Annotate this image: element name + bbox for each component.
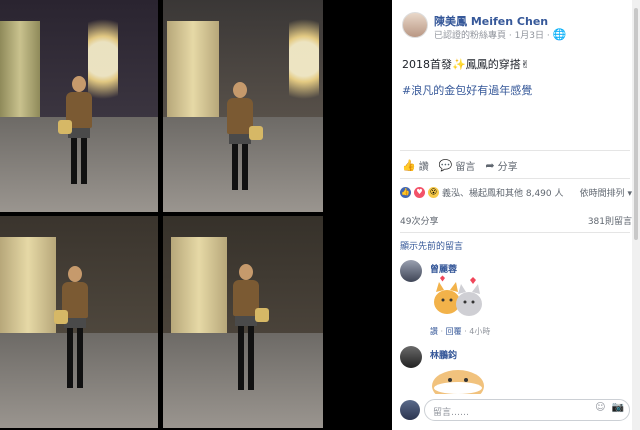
share-label: 分享 <box>497 162 518 173</box>
current-user-avatar <box>400 400 420 420</box>
photo-bottom-right <box>163 216 323 428</box>
love-reaction-icon: ♥ <box>414 187 425 198</box>
commenter-avatar[interactable] <box>400 260 422 282</box>
like-reaction-icon: 👍 <box>400 187 411 198</box>
comment-label: 留言 <box>455 162 476 173</box>
like-label: 讚 <box>418 162 429 173</box>
photo-top-left <box>0 0 158 212</box>
divider <box>400 178 630 179</box>
stats-row: 49次分享 381則留言 <box>400 214 632 227</box>
post-text: 2018首發✨鳳鳳的穿搭✌ <box>402 58 530 71</box>
composer-tools: ☺ 📷 <box>595 402 624 413</box>
cat-sticker-image <box>434 275 482 316</box>
post-side-panel: 陳美鳳 Meifen Chen 已認證的粉絲專頁 · 1月3日 · 🌐 2018… <box>392 0 640 430</box>
divider <box>400 232 630 233</box>
comment-button[interactable]: 💬 留言 <box>439 158 476 173</box>
share-icon: ➦ <box>485 159 495 172</box>
camera-icon[interactable]: 📷 <box>612 402 624 413</box>
globe-icon: 🌐 <box>552 28 567 41</box>
comment-item: 曾麗蓉 讚 · 回覆 · 4小時 <box>400 260 632 344</box>
post-header: 陳美鳳 Meifen Chen 已認證的粉絲專頁 · 1月3日 · 🌐 <box>392 0 640 46</box>
page-name-link[interactable]: 陳美鳳 Meifen Chen <box>434 13 548 29</box>
commenter-avatar[interactable] <box>400 346 422 368</box>
like-button[interactable]: 👍 讚 <box>402 158 429 173</box>
hashtag-link[interactable]: #浪凡的金包好有過年感覺 <box>402 82 532 98</box>
post-meta-text: 已認證的粉絲專頁 · 1月3日 · <box>434 31 553 41</box>
emoji-icon[interactable]: ☺ <box>595 402 605 413</box>
reactions-row: 👍 ♥ 😮 義泓、楊起鳳和其他 8,490 人 依時間排列 ▾ <box>400 186 632 199</box>
scrollbar-thumb[interactable] <box>634 8 638 240</box>
comment-composer: 留言…… ☺ 📷 <box>400 398 632 421</box>
post-meta: 已認證的粉絲專頁 · 1月3日 · 🌐 <box>434 28 566 41</box>
viewer-background <box>324 0 392 430</box>
comment-reply-link[interactable]: 回覆 <box>446 327 462 336</box>
comment-like-link[interactable]: 讚 <box>430 327 438 336</box>
photo-top-right <box>163 0 323 212</box>
post-actions: 👍 讚 💬 留言 ➦ 分享 <box>402 158 518 173</box>
sticker-image <box>432 370 484 394</box>
view-previous-comments-link[interactable]: 顯示先前的留言 <box>400 239 463 252</box>
photo-bottom-left <box>0 216 158 428</box>
like-icon: 👍 <box>402 159 416 172</box>
reaction-summary[interactable]: 👍 ♥ 😮 義泓、楊起鳳和其他 8,490 人 <box>400 186 564 199</box>
share-count[interactable]: 49次分享 <box>400 214 438 227</box>
share-button[interactable]: ➦ 分享 <box>485 158 517 173</box>
divider <box>400 150 630 151</box>
photo-area[interactable] <box>0 0 392 430</box>
reaction-summary-text: 義泓、楊起鳳和其他 8,490 人 <box>442 189 564 199</box>
page-avatar[interactable] <box>402 12 428 38</box>
photo-collage <box>0 0 324 430</box>
comment-count[interactable]: 381則留言 <box>588 214 632 227</box>
comment-actions: 讚 · 回覆 · 4小時 <box>430 327 491 336</box>
comment-icon: 💬 <box>438 159 453 172</box>
photo-viewer: 陳美鳳 Meifen Chen 已認證的粉絲專頁 · 1月3日 · 🌐 2018… <box>0 0 640 430</box>
wow-reaction-icon: 😮 <box>428 187 439 198</box>
comment-item: 林鵬鈞 <box>400 346 632 394</box>
comment-sort-dropdown[interactable]: 依時間排列 ▾ <box>580 186 632 199</box>
comment-time: · 4小時 <box>461 327 491 336</box>
